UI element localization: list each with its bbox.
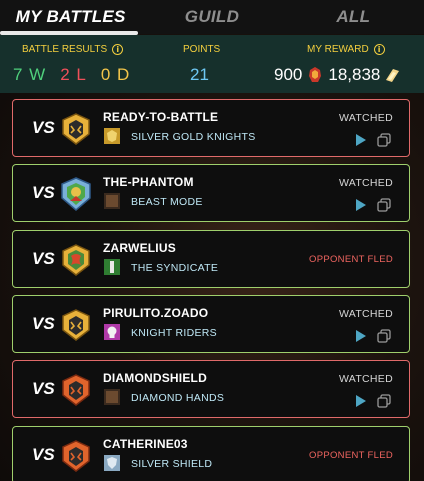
- vs-label: VS: [32, 118, 55, 137]
- vs-label: VS: [32, 249, 55, 268]
- fire-emblem-icon: [62, 440, 90, 472]
- battle-summary: BATTLE RESULTS i 7 W 2 L 0 D POINTS 21 MY …: [0, 35, 424, 93]
- guild-banner-icon: [104, 389, 120, 405]
- tab-guild[interactable]: GUILD: [141, 7, 282, 27]
- opponent-name[interactable]: CATHERINE03: [103, 437, 188, 451]
- green-banner-icon: [104, 259, 120, 275]
- opponent-guild-name[interactable]: BEAST MODE: [131, 196, 203, 208]
- opponent-name[interactable]: THE-PHANTOM: [103, 175, 194, 189]
- battle-card[interactable]: VS PIRULITO.ZOADO KNIGHT RIDERS WATCHED: [12, 295, 410, 353]
- vs-label: VS: [32, 314, 55, 333]
- copy-link-icon[interactable]: [377, 394, 391, 408]
- reward-section: MY REWARD i 900 18,838: [260, 35, 424, 93]
- play-replay-icon[interactable]: [355, 330, 367, 342]
- battle-card[interactable]: VS READY-TO-BATTLE SILVER GOLD KNIGHTS W…: [12, 99, 410, 157]
- opponent-fled-status: OPPONENT FLED: [309, 254, 393, 265]
- sps-token-icon: [386, 69, 400, 82]
- battle-card[interactable]: VS THE-PHANTOM BEAST MODE WATCHED: [12, 164, 410, 222]
- opponent-guild-name[interactable]: DIAMOND HANDS: [131, 392, 224, 404]
- vs-label: VS: [32, 379, 55, 398]
- dragon-emblem-icon: [62, 244, 90, 276]
- opponent-guild-name[interactable]: KNIGHT RIDERS: [131, 327, 217, 339]
- points-value: 21: [190, 65, 209, 84]
- reward-label: MY REWARD: [307, 44, 369, 55]
- watched-status: WATCHED: [338, 308, 393, 320]
- play-replay-icon[interactable]: [355, 199, 367, 211]
- gold-knight-banner-icon: [104, 128, 120, 144]
- guild-banner-icon: [104, 193, 120, 209]
- opponent-name[interactable]: DIAMONDSHIELD: [103, 371, 207, 385]
- battle-card[interactable]: VS DIAMONDSHIELD DIAMOND HANDS WATCHED: [12, 360, 410, 418]
- tab-all[interactable]: ALL: [283, 7, 424, 27]
- play-replay-icon[interactable]: [355, 134, 367, 146]
- battle-tabs: MY BATTLES GUILD ALL: [0, 0, 424, 35]
- battle-results-label: BATTLE RESULTS: [22, 44, 108, 55]
- reward-dec-value: 900: [274, 65, 303, 84]
- losses-count: 2 L: [60, 65, 87, 84]
- tab-my-battles[interactable]: MY BATTLES: [0, 7, 141, 27]
- fire-emblem-icon: [62, 374, 90, 406]
- watched-status: WATCHED: [338, 112, 393, 124]
- opponent-guild-name[interactable]: THE SYNDICATE: [131, 262, 218, 274]
- opponent-name[interactable]: READY-TO-BATTLE: [103, 110, 218, 124]
- copy-link-icon[interactable]: [377, 198, 391, 212]
- reward-sps-value: 18,838: [328, 65, 381, 84]
- opponent-guild-name[interactable]: SILVER GOLD KNIGHTS: [131, 131, 256, 143]
- draws-count: 0 D: [100, 65, 131, 84]
- info-icon[interactable]: i: [373, 44, 385, 55]
- watched-status: WATCHED: [338, 373, 393, 385]
- battle-card[interactable]: VS ZARWELIUS THE SYNDICATE OPPONENT FLED: [12, 230, 410, 288]
- knight-emblem-icon: [62, 309, 90, 341]
- points-label: POINTS: [183, 44, 221, 55]
- skull-banner-icon: [104, 324, 120, 340]
- play-replay-icon[interactable]: [355, 395, 367, 407]
- opponent-guild-name[interactable]: SILVER SHIELD: [131, 458, 212, 470]
- vs-label: VS: [32, 183, 55, 202]
- battle-card[interactable]: VS CATHERINE03 SILVER SHIELD OPPONENT FL…: [12, 426, 410, 481]
- battle-results-section: BATTLE RESULTS i 7 W 2 L 0 D: [0, 35, 150, 93]
- vs-label: VS: [32, 445, 55, 464]
- opponent-fled-status: OPPONENT FLED: [309, 450, 393, 461]
- opponent-name[interactable]: ZARWELIUS: [103, 241, 176, 255]
- player-avatar-icon: [61, 177, 91, 211]
- wins-count: 7 W: [13, 65, 47, 84]
- info-icon[interactable]: i: [112, 44, 124, 55]
- knight-emblem-icon: [62, 113, 90, 145]
- watched-status: WATCHED: [338, 177, 393, 189]
- win-loss-draw: 7 W 2 L 0 D: [13, 65, 130, 85]
- copy-link-icon[interactable]: [377, 329, 391, 343]
- opponent-name[interactable]: PIRULITO.ZOADO: [103, 306, 208, 320]
- points-section: POINTS 21: [160, 35, 240, 93]
- shield-banner-icon: [104, 455, 120, 471]
- dec-token-icon: [309, 67, 322, 82]
- copy-link-icon[interactable]: [377, 133, 391, 147]
